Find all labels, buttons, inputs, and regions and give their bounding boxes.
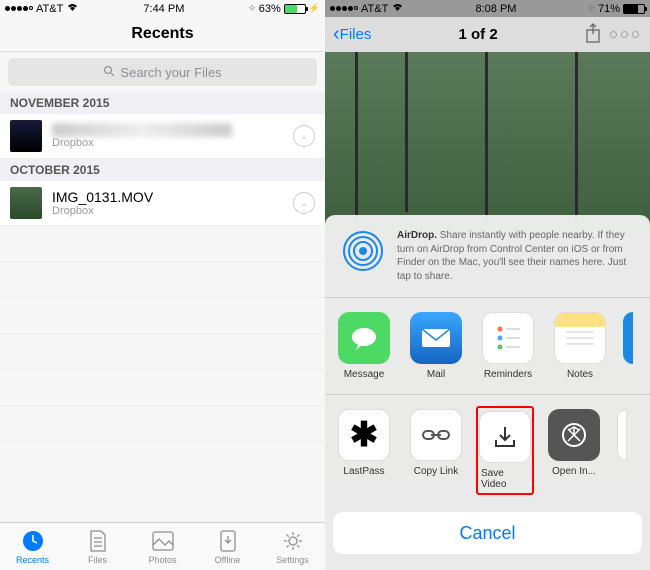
carrier: AT&T <box>361 3 388 15</box>
section-header: OCTOBER 2015 <box>0 159 325 181</box>
share-actions-row: ✱ LastPass Copy Link Save Video Open In.… <box>325 395 650 506</box>
share-icon[interactable] <box>585 23 601 47</box>
reminders-icon <box>482 312 534 364</box>
bluetooth-icon: ⟡ <box>588 2 595 15</box>
share-sheet: AirDrop. Share instantly with people nea… <box>325 215 650 570</box>
share-app-more[interactable] <box>623 312 633 380</box>
gear-icon <box>281 529 305 553</box>
battery-icon <box>284 4 306 14</box>
cancel-button[interactable]: Cancel <box>333 512 642 554</box>
carrier: AT&T <box>36 3 63 15</box>
tab-settings[interactable]: Settings <box>260 523 325 570</box>
right-phone: AT&T 8:08 PM ⟡ 71% ‹ Files 1 of 2 ○○○ <box>325 0 650 570</box>
file-name-redacted <box>52 123 232 137</box>
airdrop-icon <box>341 229 385 273</box>
notes-icon <box>554 312 606 364</box>
wifi-icon <box>391 2 404 15</box>
page-title: Recents <box>0 17 325 52</box>
message-icon <box>338 312 390 364</box>
file-thumbnail <box>10 187 42 219</box>
bluetooth-icon: ⟡ <box>248 2 255 15</box>
photo-icon <box>151 529 175 553</box>
share-apps-row: Message Mail Reminders Notes <box>325 298 650 395</box>
clock: 8:08 PM <box>476 3 517 15</box>
search-input[interactable]: Search your Files <box>8 58 317 86</box>
back-button[interactable]: ‹ Files <box>333 23 371 46</box>
file-name: IMG_0131.MOV <box>52 189 283 205</box>
search-icon <box>103 65 115 80</box>
signal-dots <box>330 6 358 11</box>
asterisk-icon: ✱ <box>338 409 390 461</box>
action-save-video[interactable]: Save Video <box>476 406 534 495</box>
action-more[interactable] <box>617 409 627 492</box>
clock-icon <box>21 529 45 553</box>
charging-icon: ⚡ <box>309 3 320 14</box>
status-bar: AT&T 7:44 PM ⟡ 63% ⚡ <box>0 0 325 17</box>
chevron-down-icon[interactable]: ⌄ <box>293 192 315 214</box>
airdrop-section[interactable]: AirDrop. Share instantly with people nea… <box>325 215 650 298</box>
search-placeholder: Search your Files <box>120 65 221 80</box>
nav-bar: ‹ Files 1 of 2 ○○○ <box>325 17 650 52</box>
signal-dots <box>5 6 33 11</box>
tab-offline[interactable]: Offline <box>195 523 260 570</box>
clock: 7:44 PM <box>143 3 184 15</box>
share-app-notes[interactable]: Notes <box>551 312 609 380</box>
status-bar: AT&T 8:08 PM ⟡ 71% <box>325 0 650 17</box>
openin-icon <box>548 409 600 461</box>
airdrop-description: AirDrop. Share instantly with people nea… <box>397 229 634 283</box>
offline-icon <box>216 529 240 553</box>
more-icon[interactable]: ○○○ <box>609 26 642 43</box>
file-thumbnail <box>10 120 42 152</box>
wifi-icon <box>66 2 79 15</box>
share-app-mail[interactable]: Mail <box>407 312 465 380</box>
share-app-reminders[interactable]: Reminders <box>479 312 537 380</box>
section-header: NOVEMBER 2015 <box>0 92 325 114</box>
file-row[interactable]: IMG_0131.MOV Dropbox ⌄ <box>0 181 325 226</box>
action-copy-link[interactable]: Copy Link <box>407 409 465 492</box>
download-icon <box>479 411 531 463</box>
mail-icon <box>410 312 462 364</box>
file-icon <box>86 529 110 553</box>
battery-icon <box>623 4 645 14</box>
action-open-in[interactable]: Open In... <box>545 409 603 492</box>
tab-files[interactable]: Files <box>65 523 130 570</box>
file-row[interactable]: Dropbox ⌄ <box>0 114 325 159</box>
share-app-message[interactable]: Message <box>335 312 393 380</box>
chevron-down-icon[interactable]: ⌄ <box>293 125 315 147</box>
empty-list <box>0 226 325 442</box>
tab-photos[interactable]: Photos <box>130 523 195 570</box>
page-counter: 1 of 2 <box>458 26 497 43</box>
action-lastpass[interactable]: ✱ LastPass <box>335 409 393 492</box>
tab-bar: Recents Files Photos Offline Settings <box>0 522 325 570</box>
tab-recents[interactable]: Recents <box>0 523 65 570</box>
file-source: Dropbox <box>52 205 283 217</box>
battery-pct: 63% <box>259 3 281 15</box>
link-icon <box>410 409 462 461</box>
chevron-left-icon: ‹ <box>333 23 340 46</box>
battery-pct: 71% <box>598 3 620 15</box>
left-phone: AT&T 7:44 PM ⟡ 63% ⚡ Recents Search your… <box>0 0 325 570</box>
file-source: Dropbox <box>52 137 283 149</box>
